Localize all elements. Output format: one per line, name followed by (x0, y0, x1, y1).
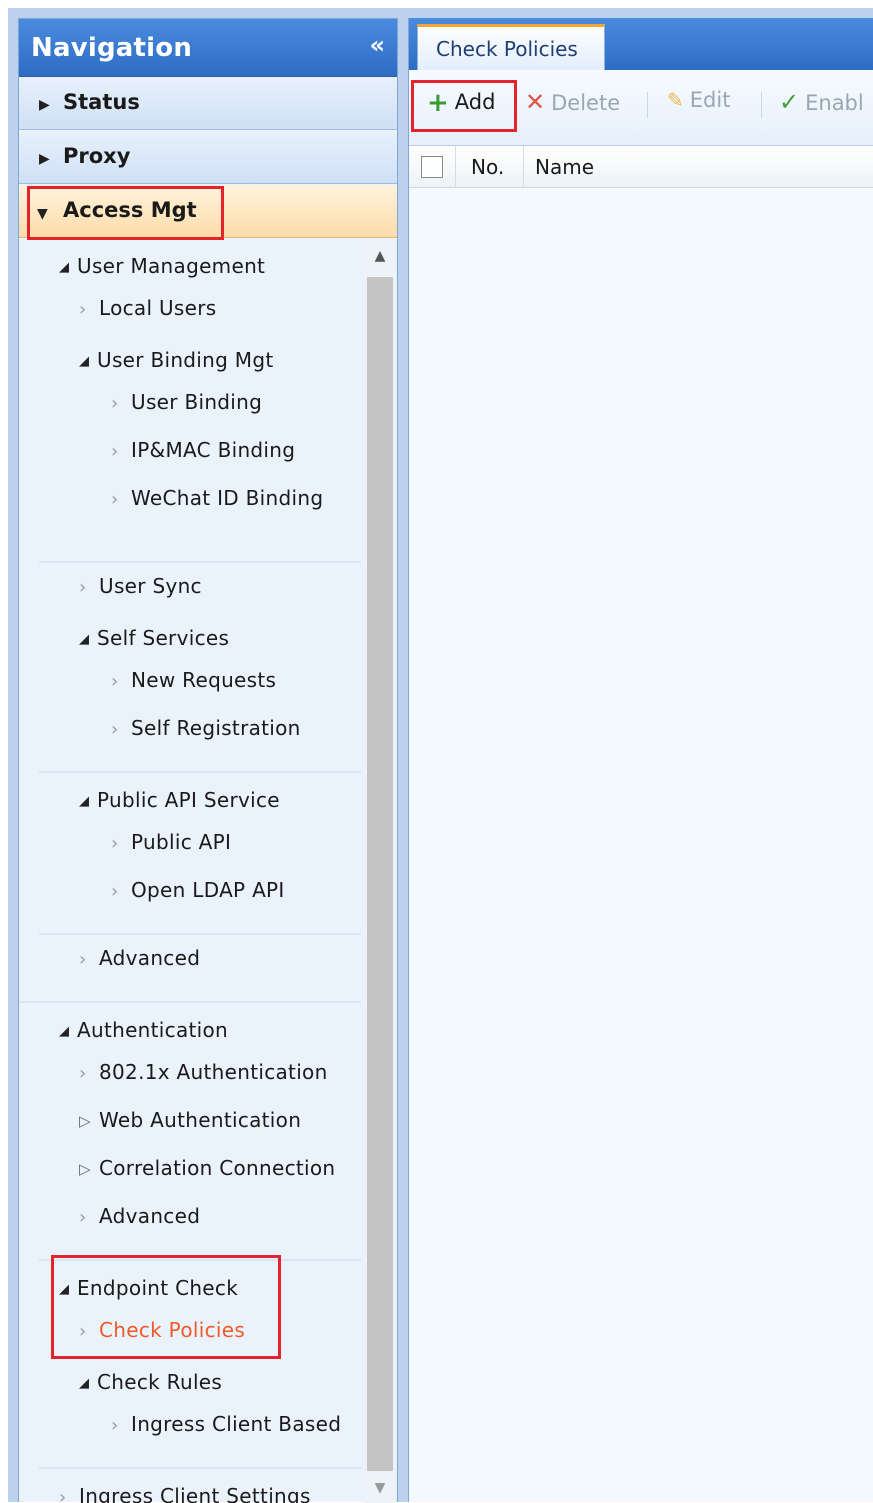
nav-section-status[interactable]: ▶ Status (19, 77, 397, 130)
tree-item-new-requests[interactable]: › New Requests (111, 668, 276, 692)
tree-item-user-sync[interactable]: › User Sync (79, 574, 202, 598)
select-all-checkbox[interactable] (421, 156, 443, 178)
chevron-right-icon: › (79, 1063, 87, 1084)
chevron-right-icon: › (111, 393, 119, 414)
tree-item-8021x-authentication[interactable]: › 802.1x Authentication (79, 1060, 328, 1084)
tree-item-advanced-auth[interactable]: › Advanced (79, 1204, 200, 1228)
toolbar: + Add ✕ Delete ✎ Edit ✓ Enabl (409, 70, 873, 146)
chevron-right-icon: › (111, 1415, 119, 1436)
collapsed-triangle-icon: ▷ (79, 1160, 91, 1178)
expanded-triangle-icon: ◢ (59, 1024, 70, 1039)
tree-item-local-users[interactable]: › Local Users (79, 296, 217, 320)
expanded-triangle-icon: ◢ (79, 632, 90, 647)
caret-right-icon: ▶ (39, 151, 50, 167)
chevron-right-icon: › (111, 833, 119, 854)
highlight-box-access-mgt (27, 186, 224, 240)
scrollbar-thumb[interactable] (367, 277, 393, 1471)
chevron-right-icon: › (79, 299, 87, 320)
tab-check-policies[interactable]: Check Policies (417, 24, 605, 70)
tree-item-ip-mac-binding[interactable]: › IP&MAC Binding (111, 438, 295, 462)
tree-item-wechat-id-binding[interactable]: › WeChat ID Binding (111, 486, 323, 510)
enable-button[interactable]: ✓ Enabl (779, 88, 864, 116)
expanded-triangle-icon: ◢ (79, 794, 90, 809)
navigation-title: Navigation (31, 33, 193, 63)
delete-x-icon: ✕ (525, 88, 546, 116)
highlight-box-add (411, 80, 517, 132)
tree-item-public-api-service[interactable]: ◢ Public API Service (79, 788, 280, 812)
tree-item-check-rules[interactable]: ◢ Check Rules (79, 1370, 222, 1394)
grid-header: No. Name (409, 146, 873, 188)
tree-scrollbar[interactable]: ▲ ▼ (365, 241, 395, 1503)
chevron-right-icon: › (111, 671, 119, 692)
tree-item-advanced[interactable]: › Advanced (79, 946, 200, 970)
column-header-name[interactable]: Name (535, 155, 594, 179)
grid-body (409, 188, 873, 1502)
chevron-right-icon: › (111, 441, 119, 462)
expanded-triangle-icon: ◢ (79, 1376, 90, 1391)
edit-button[interactable]: ✎ Edit (667, 88, 730, 112)
toolbar-separator (761, 92, 762, 118)
tree-item-user-binding[interactable]: › User Binding (111, 390, 262, 414)
content-panel: Check Policies + Add ✕ Delete ✎ Edit ✓ Enabl… (408, 18, 873, 1502)
tree-item-authentication[interactable]: ◢ Authentication (59, 1018, 228, 1042)
column-divider (455, 146, 456, 188)
check-icon: ✓ (779, 88, 800, 116)
toolbar-separator (647, 92, 648, 118)
tree-item-public-api[interactable]: › Public API (111, 830, 231, 854)
highlight-box-endpoint-check (51, 1255, 281, 1359)
scroll-down-arrow-icon[interactable]: ▼ (365, 1473, 395, 1503)
chevron-right-icon: › (111, 489, 119, 510)
tree-item-self-services[interactable]: ◢ Self Services (79, 626, 229, 650)
tree-item-ingress-client-based[interactable]: › Ingress Client Based (111, 1412, 341, 1436)
delete-button[interactable]: ✕ Delete (525, 88, 620, 116)
tree-divider (39, 933, 361, 935)
nav-section-label: Proxy (63, 144, 131, 168)
expanded-triangle-icon: ◢ (79, 354, 90, 369)
collapsed-triangle-icon: ▷ (79, 1112, 91, 1130)
chevron-right-icon: › (111, 719, 119, 740)
tree-item-web-authentication[interactable]: ▷ Web Authentication (79, 1108, 301, 1132)
collapse-icon[interactable]: « (369, 33, 385, 57)
scroll-up-arrow-icon[interactable]: ▲ (365, 241, 395, 271)
tree-item-ingress-client-settings[interactable]: › Ingress Client Settings (59, 1484, 311, 1503)
tab-label: Check Policies (436, 37, 578, 61)
tree-divider (39, 561, 361, 563)
column-header-no[interactable]: No. (471, 155, 504, 179)
tree-item-self-registration[interactable]: › Self Registration (111, 716, 301, 740)
navigation-header: Navigation « (19, 19, 397, 77)
pencil-icon: ✎ (667, 88, 684, 112)
tree-item-user-management[interactable]: ◢ User Management (59, 254, 265, 278)
expanded-triangle-icon: ◢ (59, 260, 70, 275)
nav-section-label: Status (63, 90, 140, 114)
nav-section-proxy[interactable]: ▶ Proxy (19, 131, 397, 184)
tree-item-user-binding-mgt[interactable]: ◢ User Binding Mgt (79, 348, 273, 372)
tree-item-open-ldap-api[interactable]: › Open LDAP API (111, 878, 285, 902)
tree-divider (19, 1001, 361, 1003)
column-divider (523, 146, 524, 188)
navigation-panel: Navigation « ▶ Status ▶ Proxy ▼ Access M… (18, 18, 398, 1503)
chevron-right-icon: › (79, 1207, 87, 1228)
tab-bar: Check Policies (409, 18, 873, 70)
chevron-right-icon: › (59, 1487, 67, 1503)
tree-item-correlation-connection[interactable]: ▷ Correlation Connection (79, 1156, 335, 1180)
tree-divider (39, 771, 361, 773)
chevron-right-icon: › (79, 577, 87, 598)
navigation-tree: ◢ User Management › Local Users ◢ User Bind… (19, 241, 365, 1503)
chevron-right-icon: › (79, 949, 87, 970)
tree-divider (39, 1467, 361, 1469)
caret-right-icon: ▶ (39, 97, 50, 113)
chevron-right-icon: › (111, 881, 119, 902)
